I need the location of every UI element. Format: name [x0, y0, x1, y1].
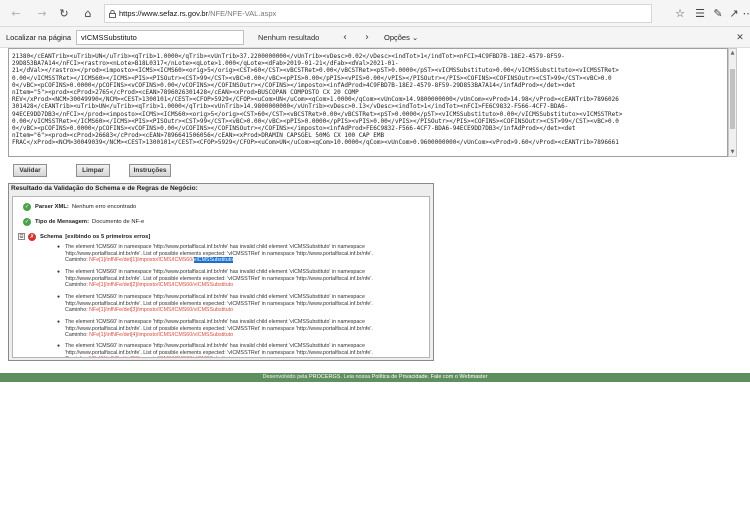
procergs-link[interactable]: PROCERGS	[309, 374, 340, 380]
favorites-star-icon[interactable]: ☆	[672, 5, 688, 21]
path-label: Caminho:	[65, 282, 88, 289]
xml-text-line: 0.00</vICMSSTRet></ICMS60></ICMS><PIS><P…	[12, 117, 619, 125]
footer-prefix: Desenvolvido pela	[262, 374, 308, 380]
footer-sep: .	[427, 374, 430, 380]
error-message: The element 'ICMS60' in namespace 'http:…	[65, 343, 373, 356]
limpar-button[interactable]: Limpar	[76, 164, 110, 177]
page-footer: Desenvolvido pela PROCERGS. Leia nossa P…	[0, 373, 750, 382]
schema-label: Schema	[40, 233, 63, 240]
check-icon: ✓	[23, 217, 31, 226]
forward-icon[interactable]: →	[34, 5, 50, 21]
back-icon[interactable]: ←	[8, 5, 24, 21]
url-host: https://www.sefaz.rs.gov.br	[119, 9, 209, 18]
error-message: The element 'ICMS60' in namespace 'http:…	[65, 269, 373, 282]
find-label: Localizar na página	[6, 33, 72, 42]
close-icon[interactable]: ✕	[734, 30, 746, 45]
bullet-icon: ●	[57, 269, 61, 275]
error-path: NFe[1]/infNFe/det[1]/imposto/ICMS/ICMS60…	[89, 257, 194, 264]
more-icon[interactable]: ⋯	[740, 5, 750, 21]
find-input[interactable]	[76, 30, 244, 45]
tipo-value: Documento de NF-e	[92, 218, 145, 225]
address-bar[interactable]: https://www.sefaz.rs.gov.br/NFE/NFE-VAL.…	[104, 4, 652, 23]
error-path: NFe[1]/infNFe/det[5]/imposto/ICMS/ICMS60…	[89, 356, 233, 357]
xml-text-line: nItem="6"><prod><cProd>26683</cProd><cEA…	[12, 132, 385, 140]
xml-text-line: nItem="5"><prod><cProd>2765</cProd><cEAN…	[12, 88, 359, 96]
xml-text-line: 0.00</vICMSSTRet></ICMS60></ICMS><PIS><P…	[12, 74, 612, 82]
error-path: NFe[1]/infNFe/det[4]/imposto/ICMS/ICMS60…	[89, 332, 234, 339]
xml-input-textarea[interactable]: 21380</cEANTrib><uTrib>UN</uTrib><qTrib>…	[8, 48, 728, 157]
schema-error-item: ● The element 'ICMS60' in namespace 'http…	[57, 294, 425, 314]
find-next-icon[interactable]: ›	[360, 30, 374, 45]
bullet-icon: ●	[57, 343, 61, 349]
chevron-down-icon: ⌄	[411, 33, 419, 42]
xml-text-line: 21</dVal></rastro></prod><imposto><ICMS>…	[12, 67, 619, 75]
footer-sep: . Leia nossa	[340, 374, 371, 380]
result-content: ✓ Parser XML: Nenhum erro encontrado ✓ T…	[12, 196, 430, 358]
find-result-count: Nenhum resultado	[258, 33, 320, 42]
parser-value: Nenhum erro encontrado	[71, 203, 137, 210]
browser-toolbar: ← → ↻ ⌂ https://www.sefaz.rs.gov.br/NFE/…	[0, 0, 750, 27]
xml-text-line: FRAC</xProd><NCM>30049039</NCM><CEST>130…	[12, 139, 619, 147]
home-icon[interactable]: ⌂	[80, 5, 96, 21]
find-previous-icon[interactable]: ‹	[338, 30, 352, 45]
bullet-icon: ●	[57, 294, 61, 300]
error-message: The element 'ICMS60' in namespace 'http:…	[65, 319, 373, 332]
xml-text-line: 94ECE9DD7DB3</nFCI></prod><imposto><ICMS…	[12, 110, 623, 118]
find-options-label: Opções	[384, 33, 410, 42]
path-label: Caminho:	[65, 356, 88, 357]
result-header: Resultado da Validação do Schema e de Re…	[11, 185, 198, 192]
refresh-icon[interactable]: ↻	[56, 5, 72, 21]
search-highlight: vICMSSubstituto	[193, 257, 234, 264]
validar-button[interactable]: Validar	[13, 164, 47, 177]
tipo-mensagem-row: ✓ Tipo de Mensagem: Documento de NF-e	[23, 217, 144, 226]
path-label: Caminho:	[65, 257, 88, 264]
schema-error-item: ● The element 'ICMS60' in namespace 'http…	[57, 319, 425, 339]
find-in-page-bar: Localizar na página Nenhum resultado ‹ ›…	[0, 27, 750, 48]
url-path: /NFE/NFE-VAL.aspx	[208, 9, 277, 18]
xml-text-line: 0</vBC><pCOFINS>0.0000</pCOFINS><vCOFINS…	[12, 124, 576, 132]
xml-text-line: 0</vBC><pCOFINS>0.0000</pCOFINS><vCOFINS…	[12, 81, 576, 89]
check-icon: ✓	[23, 202, 31, 211]
error-path: NFe[1]/infNFe/det[2]/imposto/ICMS/ICMS60…	[89, 282, 234, 289]
privacy-policy-link[interactable]: Política de Privacidade	[372, 374, 428, 380]
bullet-icon: ●	[57, 319, 61, 325]
find-options-button[interactable]: Opções ⌄	[384, 33, 418, 42]
error-icon: ✗	[28, 232, 36, 241]
schema-error-item: ● The element 'ICMS60' in namespace 'http…	[57, 244, 425, 264]
path-label: Caminho:	[65, 332, 88, 339]
parser-xml-row: ✓ Parser XML: Nenhum erro encontrado	[23, 202, 136, 211]
scroll-down-icon[interactable]: ▼	[729, 148, 736, 156]
schema-row: ⊟ ✗ Schema [exibindo os 5 primeiros erro…	[18, 232, 153, 241]
scroll-up-icon[interactable]: ▲	[729, 49, 736, 57]
schema-value: [exibindo os 5 primeiros erros]	[65, 233, 151, 240]
path-label: Caminho:	[65, 307, 88, 314]
xml-text-line: 21380</cEANTrib><uTrib>UN</uTrib><qTrib>…	[12, 53, 565, 60]
error-path: NFe[1]/infNFe/det[3]/imposto/ICMS/ICMS60…	[89, 307, 234, 314]
scroll-thumb[interactable]	[730, 69, 735, 129]
xml-text-line: 301428</cEANTrib><uTrib>UN</uTrib><qTrib…	[12, 103, 569, 111]
error-message: The element 'ICMS60' in namespace 'http:…	[65, 294, 373, 307]
collapse-toggle-icon[interactable]: ⊟	[18, 233, 25, 240]
instrucoes-button[interactable]: Instruções	[129, 164, 171, 177]
bullet-icon: ●	[57, 244, 61, 250]
schema-error-item: ● The element 'ICMS60' in namespace 'http…	[57, 343, 425, 357]
pen-icon[interactable]: ✎	[710, 5, 726, 21]
xml-text-line: REV</xProd><NCM>30049990</NCM><CEST>1300…	[12, 96, 619, 104]
parser-label: Parser XML:	[35, 203, 69, 210]
xml-text-line: 29D853BA7A14</nFCI><rastro><nLote>B18L03…	[12, 60, 399, 68]
error-message: The element 'ICMS60' in namespace 'http:…	[65, 244, 373, 257]
lock-icon	[105, 4, 119, 23]
tipo-label: Tipo de Mensagem:	[35, 218, 90, 225]
schema-error-item: ● The element 'ICMS60' in namespace 'http…	[57, 269, 425, 289]
validation-result-panel: Resultado da Validação do Schema e de Re…	[8, 183, 434, 361]
webmaster-link[interactable]: Fale com o Webmaster	[431, 374, 488, 380]
favorites-list-icon[interactable]: ☰	[692, 5, 708, 21]
xml-scrollbar[interactable]: ▲ ▼	[728, 48, 737, 157]
